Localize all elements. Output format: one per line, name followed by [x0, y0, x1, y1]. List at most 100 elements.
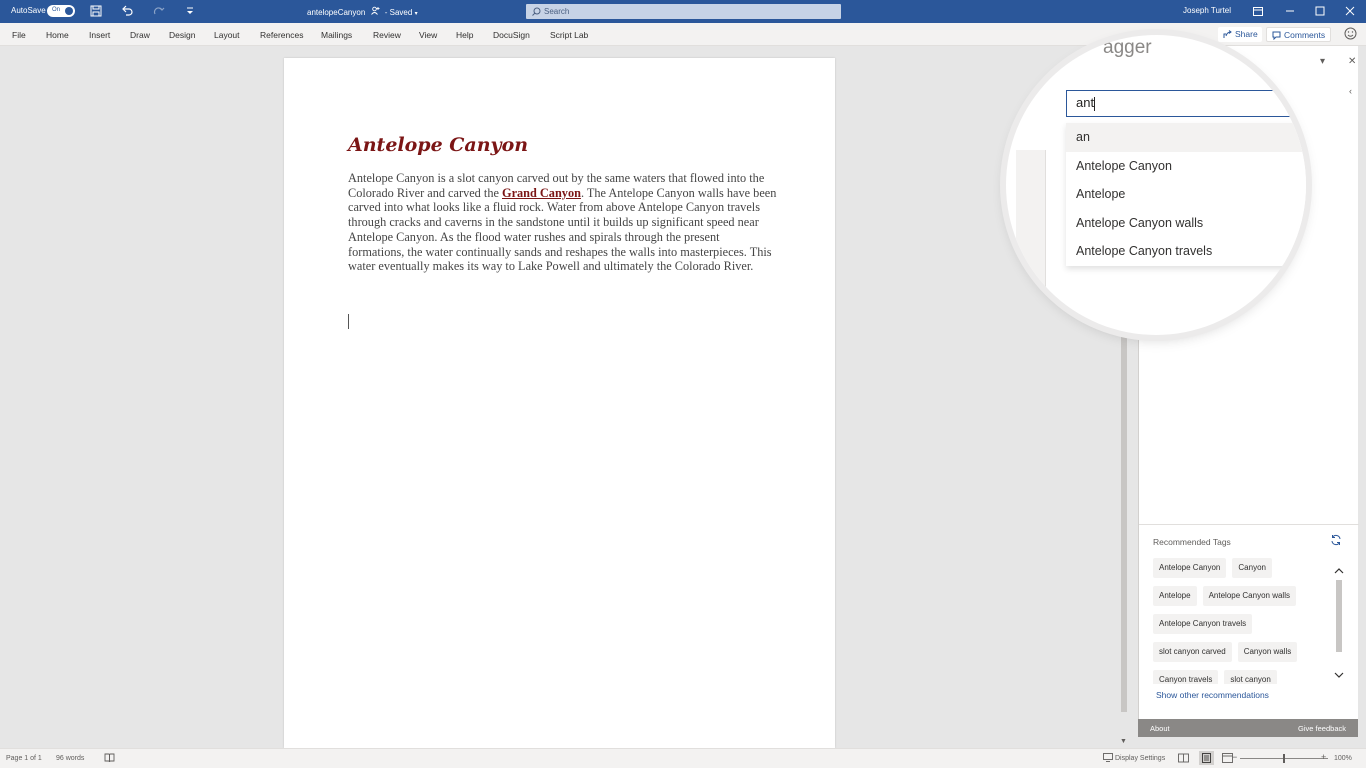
tab-layout[interactable]: Layout — [214, 30, 240, 40]
tag-search-value: ant — [1076, 95, 1095, 110]
autosave-toggle[interactable]: On — [47, 5, 75, 17]
show-other-recommendations-link[interactable]: Show other recommendations — [1156, 690, 1269, 700]
tab-script-lab[interactable]: Script Lab — [550, 30, 588, 40]
customize-toolbar-icon[interactable] — [183, 4, 197, 18]
tab-docusign[interactable]: DocuSign — [493, 30, 530, 40]
chevron-down-icon: ▾ — [414, 11, 418, 17]
tag-chip[interactable]: Antelope — [1153, 586, 1197, 606]
tab-help[interactable]: Help — [456, 30, 473, 40]
tags-scrollbar-thumb[interactable] — [1336, 580, 1342, 652]
tab-references[interactable]: References — [260, 30, 303, 40]
document-heading: Antelope Canyon — [348, 134, 529, 156]
tab-review[interactable]: Review — [373, 30, 401, 40]
word-count[interactable]: 96 words — [56, 755, 84, 762]
tab-insert[interactable]: Insert — [89, 30, 110, 40]
print-layout-icon[interactable] — [1199, 751, 1214, 765]
maximize-icon[interactable] — [1312, 3, 1328, 19]
tag-row: Antelope Canyon Canyon — [1153, 558, 1333, 578]
pane-close-icon[interactable]: ✕ — [1348, 56, 1356, 67]
read-aloud-book-icon[interactable] — [104, 753, 115, 765]
tab-design[interactable]: Design — [169, 30, 195, 40]
tag-list: Antelope Canyon Canyon Antelope Antelope… — [1153, 558, 1333, 684]
comments-button[interactable]: Comments — [1266, 27, 1332, 42]
tab-mailings[interactable]: Mailings — [321, 30, 352, 40]
search-placeholder: Search — [544, 7, 570, 16]
magnified-doc-edge — [1016, 150, 1046, 330]
tab-view[interactable]: View — [419, 30, 437, 40]
tab-file[interactable]: File — [12, 30, 26, 40]
display-settings-label[interactable]: Display Settings — [1115, 755, 1165, 762]
pane-options-icon[interactable]: ▾ — [1320, 56, 1325, 67]
scroll-up-icon[interactable] — [1334, 562, 1344, 580]
close-icon[interactable] — [1342, 3, 1358, 19]
task-pane-footer: About Give feedback — [1138, 719, 1358, 737]
zoom-level[interactable]: 100% — [1334, 755, 1352, 762]
comments-label: Comments — [1284, 30, 1326, 40]
save-icon[interactable] — [89, 4, 103, 18]
zoom-slider-handle[interactable] — [1283, 754, 1285, 763]
share-label: Share — [1235, 29, 1258, 39]
tags-scrollbar[interactable] — [1334, 558, 1344, 686]
give-feedback-link[interactable]: Give feedback — [1298, 724, 1346, 733]
pane-title-magnified: agger — [1103, 37, 1152, 58]
save-status: Saved — [389, 8, 413, 17]
tag-row: Antelope Antelope Canyon walls — [1153, 586, 1333, 606]
about-link[interactable]: About — [1150, 724, 1170, 733]
tag-row: Antelope Canyon travels — [1153, 614, 1333, 634]
scroll-down-icon[interactable] — [1334, 666, 1344, 684]
autosave-state: On — [52, 7, 61, 13]
refresh-icon[interactable] — [1330, 533, 1342, 551]
toggle-knob — [65, 7, 73, 15]
tab-draw[interactable]: Draw — [130, 30, 150, 40]
scroll-down-icon[interactable]: ▼ — [1120, 738, 1127, 745]
zoom-out-icon[interactable]: − — [1232, 752, 1237, 762]
share-button[interactable]: Share — [1218, 27, 1262, 42]
status-bar: Page 1 of 1 96 words Display Settings − … — [0, 748, 1366, 768]
tag-chip[interactable]: Antelope Canyon — [1153, 558, 1227, 578]
tag-chip[interactable]: Antelope Canyon walls — [1202, 586, 1296, 606]
tab-home[interactable]: Home — [46, 30, 69, 40]
suggestion-item[interactable]: Antelope Canyon travels — [1066, 237, 1306, 266]
tag-chip[interactable]: slot canyon carved — [1153, 642, 1232, 662]
suggestion-item[interactable]: an — [1066, 123, 1306, 152]
document-title[interactable]: antelopeCanyon - Saved ▾ — [307, 6, 418, 17]
suggestion-item[interactable]: Antelope Canyon — [1066, 152, 1306, 181]
tag-search-input[interactable]: ant — [1066, 90, 1306, 117]
pane-collapse-icon[interactable]: ‹ — [1349, 86, 1352, 96]
tag-chip[interactable]: Antelope Canyon travels — [1153, 614, 1253, 634]
tag-row: Canyon travels slot canyon — [1153, 670, 1333, 684]
undo-icon[interactable] — [120, 4, 134, 18]
comment-icon — [1272, 31, 1281, 40]
recommended-tags-title: Recommended Tags — [1153, 537, 1231, 547]
title-bar: AutoSave On antelopeCanyon - Saved ▾ Sea… — [0, 0, 1366, 23]
document-name: antelopeCanyon — [307, 8, 366, 17]
recommended-tags-section: Recommended Tags Antelope Canyon Canyon … — [1139, 524, 1359, 721]
suggestion-item[interactable]: Antelope Canyon walls — [1066, 209, 1306, 238]
zoom-in-icon[interactable]: + — [1321, 752, 1326, 762]
display-settings-icon[interactable] — [1103, 753, 1113, 764]
read-mode-icon[interactable] — [1178, 753, 1189, 765]
tag-chip[interactable]: Canyon walls — [1237, 642, 1298, 662]
tag-chip[interactable]: slot canyon — [1224, 670, 1277, 684]
grand-canyon-link[interactable]: Grand Canyon — [502, 186, 581, 200]
tag-chip[interactable]: Canyon — [1232, 558, 1272, 578]
shared-icon — [370, 6, 382, 17]
user-name[interactable]: Joseph Turtel — [1183, 6, 1231, 15]
search-box[interactable]: Search — [526, 4, 841, 19]
autosave-label: AutoSave — [11, 6, 46, 15]
feedback-smiley-icon[interactable] — [1344, 27, 1357, 42]
search-icon — [532, 7, 541, 16]
ribbon-display-options-icon[interactable] — [1250, 3, 1266, 19]
tag-row: slot canyon carved Canyon walls — [1153, 642, 1333, 662]
document-body: Antelope Canyon is a slot canyon carved … — [348, 171, 778, 274]
suggestion-item[interactable]: Antelope — [1066, 180, 1306, 209]
text-cursor — [348, 314, 349, 329]
tag-chip[interactable]: Canyon travels — [1153, 670, 1219, 684]
redo-icon[interactable] — [152, 4, 166, 18]
document-page[interactable]: Antelope Canyon Antelope Canyon is a slo… — [284, 58, 835, 748]
minimize-icon[interactable] — [1282, 3, 1298, 19]
autocomplete-dropdown: an Antelope Canyon Antelope Antelope Can… — [1066, 123, 1306, 266]
share-icon — [1223, 30, 1232, 38]
page-count[interactable]: Page 1 of 1 — [6, 755, 42, 762]
zoom-slider[interactable] — [1240, 754, 1328, 763]
